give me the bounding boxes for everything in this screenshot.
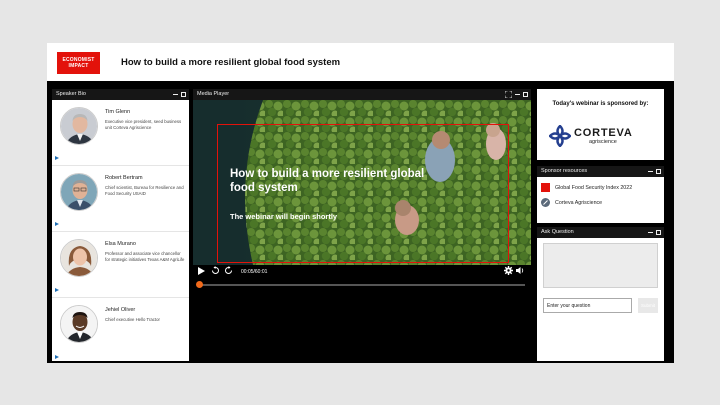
play-icon[interactable]	[55, 222, 59, 226]
speaker-card[interactable]: Tim Glenn Executive vice president, seed…	[52, 100, 189, 166]
sponsor-resources-panel: Sponsor resources Global Food Security I…	[537, 166, 664, 223]
speaker-panel-title: Speaker Bio	[56, 91, 86, 97]
resources-panel-header: Sponsor resources	[537, 166, 664, 177]
speaker-name: Jehiel Oliver	[105, 307, 136, 313]
speaker-bio-panel: Speaker Bio Tim Glenn Executive vice pre…	[52, 89, 189, 361]
maximize-icon[interactable]	[656, 230, 661, 235]
speaker-card[interactable]: Elsa Murano Professor and associate vice…	[52, 232, 189, 298]
video-subtitle: The webinar will begin shortly	[230, 212, 338, 221]
resource-label: Corteva Agriscience	[555, 200, 603, 206]
avatar	[60, 107, 98, 145]
resource-label: Global Food Security Index 2022	[555, 185, 633, 191]
speaker-title: Chief executive Hello Tractor	[105, 317, 160, 322]
brand-name: CORTEVA	[574, 127, 633, 139]
progress-handle[interactable]	[195, 281, 203, 288]
video-title: How to build a more resilient global foo…	[230, 168, 425, 194]
speaker-panel-header: Speaker Bio	[52, 89, 189, 100]
maximize-icon[interactable]	[523, 92, 528, 97]
ask-panel-title: Ask Question	[541, 229, 574, 235]
speaker-title: Chief scientist, Bureau for Resilience a…	[105, 185, 184, 196]
ask-question-panel: Ask Question Submit	[537, 227, 664, 361]
video-frame[interactable]: How to build a more resilient global foo…	[193, 100, 531, 265]
player-controls: 00:05/60:01	[193, 265, 531, 295]
corteva-logo[interactable]: CORTEVA agriscience	[549, 125, 654, 147]
media-player-panel: Media Player How to build a more resilie…	[193, 89, 531, 338]
speaker-name: Robert Bertram	[105, 175, 143, 181]
time-display: 00:05/60:01	[241, 269, 268, 275]
minimize-icon[interactable]	[515, 92, 520, 95]
avatar	[60, 239, 98, 277]
minimize-icon[interactable]	[648, 169, 653, 172]
play-icon[interactable]	[198, 267, 205, 275]
corteva-mark-icon	[549, 125, 571, 147]
webinar-app: ECONOMIST IMPACT How to build a more res…	[47, 43, 674, 363]
play-icon[interactable]	[55, 355, 59, 359]
minimize-icon[interactable]	[648, 230, 653, 233]
submit-button[interactable]: Submit	[638, 298, 658, 313]
red-square-icon	[541, 183, 550, 192]
sponsor-box: Today's webinar is sponsored by: CORTEVA…	[537, 89, 664, 160]
page-title: How to build a more resilient global foo…	[121, 57, 341, 68]
speaker-name: Elsa Murano	[105, 241, 136, 247]
brand-sub: agriscience	[589, 139, 617, 145]
play-icon[interactable]	[55, 156, 59, 160]
speaker-name: Tim Glenn	[105, 109, 131, 115]
speaker-title: Professor and associate vice chancellor …	[105, 251, 185, 262]
maximize-icon[interactable]	[181, 92, 186, 97]
speaker-title: Executive vice president, seed business …	[105, 119, 182, 130]
question-history-area[interactable]	[543, 243, 658, 288]
speaker-card[interactable]: Robert Bertram Chief scientist, Bureau f…	[52, 166, 189, 232]
question-input[interactable]	[543, 298, 632, 313]
ask-panel-header: Ask Question	[537, 227, 664, 238]
volume-icon[interactable]	[516, 266, 525, 275]
logo-line-2: IMPACT	[68, 63, 89, 69]
expand-icon[interactable]	[505, 91, 512, 98]
resource-link[interactable]: Global Food Security Index 2022	[541, 183, 661, 193]
economist-impact-logo: ECONOMIST IMPACT	[57, 52, 100, 74]
speaker-card[interactable]: Jehiel Oliver Chief executive Hello Trac…	[52, 298, 189, 361]
avatar	[60, 173, 98, 211]
header-bar: ECONOMIST IMPACT How to build a more res…	[47, 43, 674, 81]
link-icon	[541, 198, 550, 207]
settings-gear-icon[interactable]	[504, 266, 513, 275]
play-icon[interactable]	[55, 288, 59, 292]
rewind-icon[interactable]	[211, 266, 220, 275]
resources-panel-title: Sponsor resources	[541, 168, 588, 174]
avatar	[60, 305, 98, 343]
media-panel-header: Media Player	[193, 89, 531, 100]
minimize-icon[interactable]	[173, 92, 178, 95]
maximize-icon[interactable]	[656, 169, 661, 174]
resource-link[interactable]: Corteva Agriscience	[541, 198, 661, 208]
sponsor-text: Today's webinar is sponsored by:	[552, 101, 649, 107]
media-panel-title: Media Player	[197, 91, 230, 97]
progress-track[interactable]	[199, 284, 525, 286]
forward-icon[interactable]	[224, 266, 233, 275]
